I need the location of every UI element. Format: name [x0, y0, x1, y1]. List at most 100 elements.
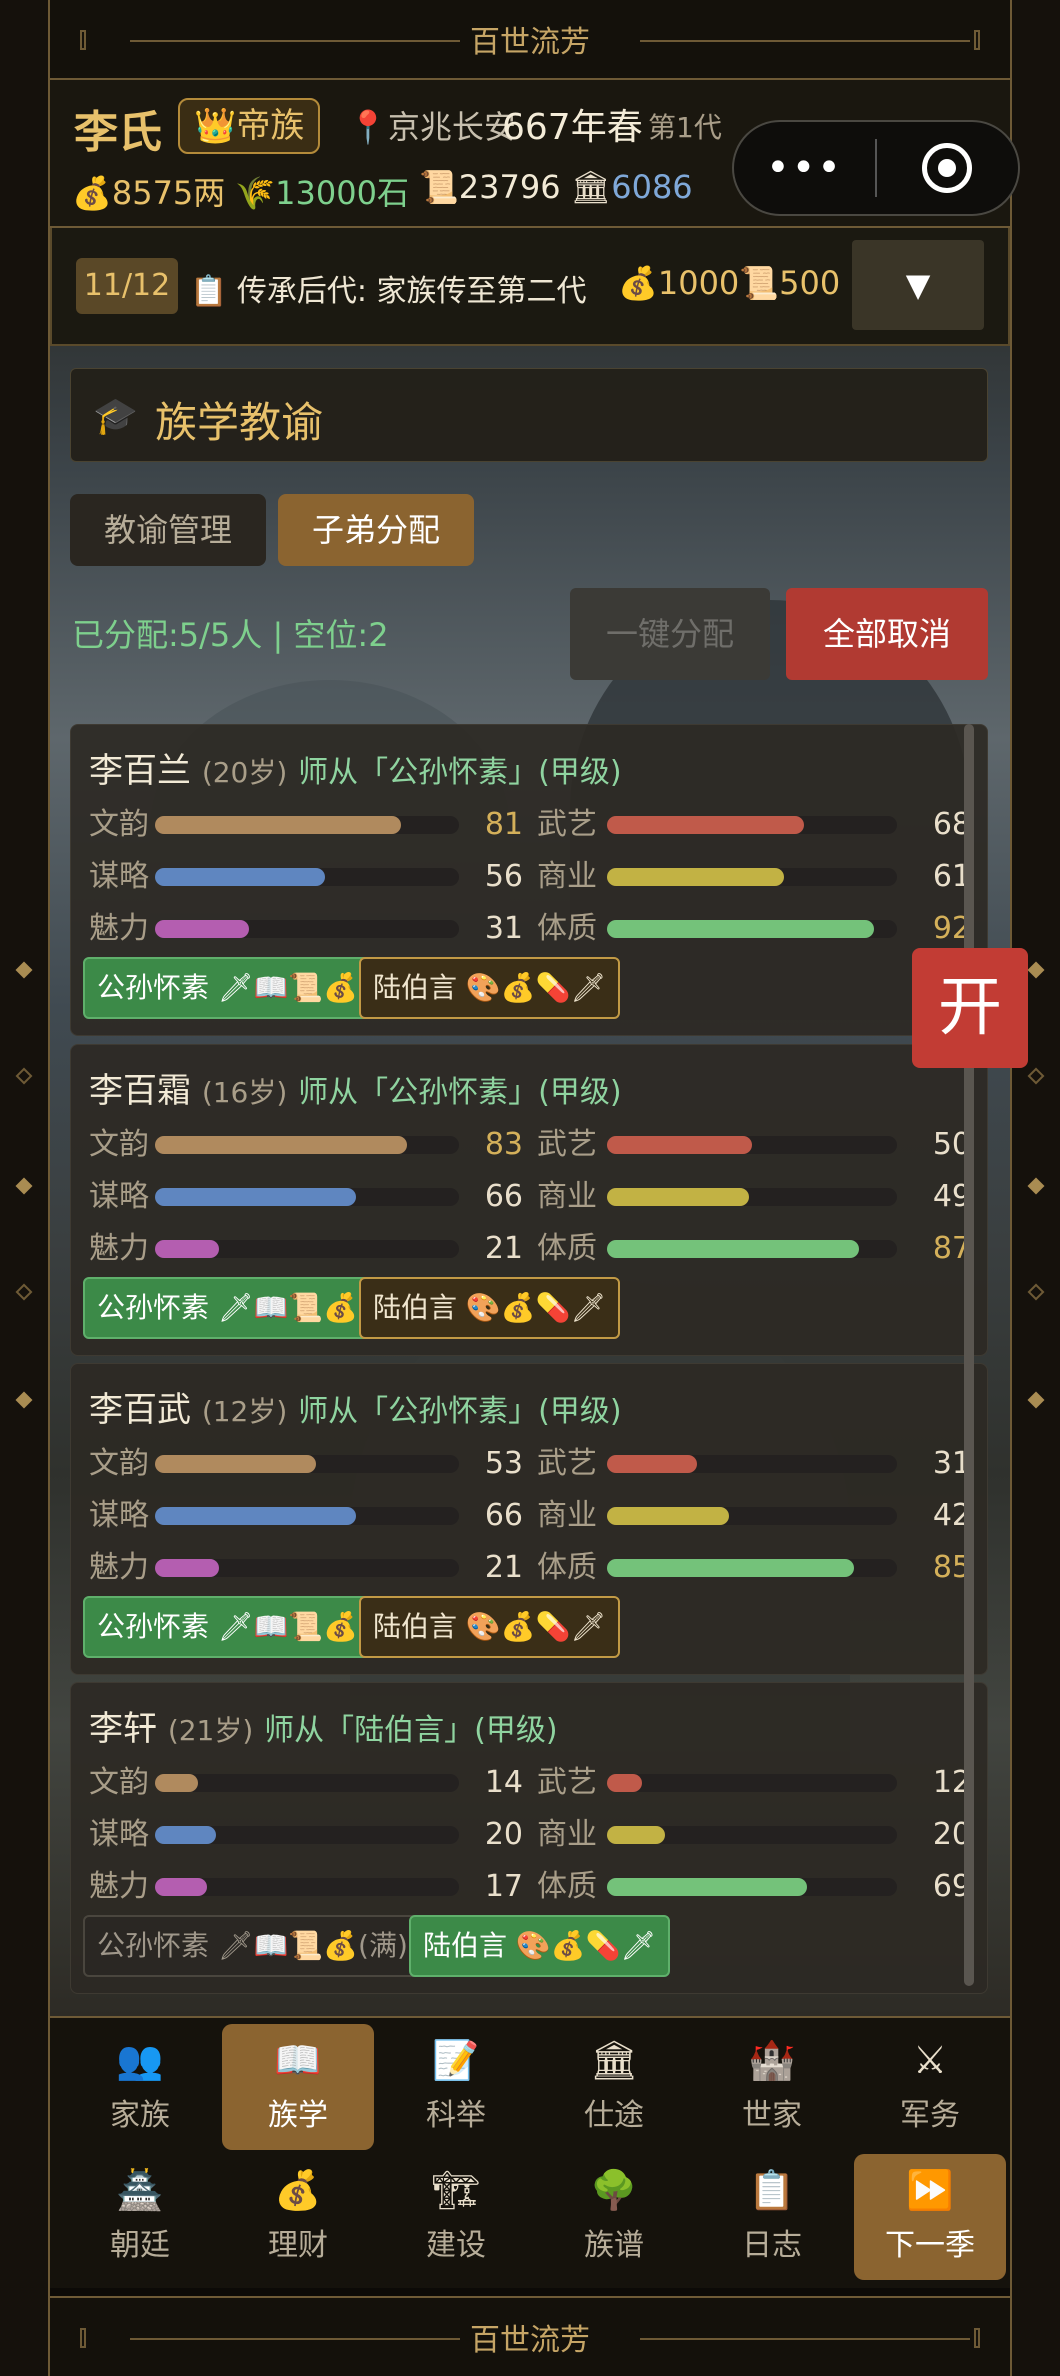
- left-frame-rail: [0, 0, 50, 2376]
- stat-bar: [155, 1826, 459, 1844]
- stat-value: 21: [484, 1550, 523, 1585]
- nav-item-book[interactable]: 📖 族学: [222, 2024, 374, 2150]
- stat-label: 谋略: [89, 859, 149, 894]
- stat-bar: [607, 920, 897, 938]
- stat-bar-fill: [607, 920, 874, 938]
- stat-bar-fill: [607, 1507, 729, 1525]
- nav-item-clipboard[interactable]: 📋 日志: [696, 2154, 848, 2280]
- close-miniprogram-button[interactable]: [877, 143, 1018, 193]
- stat-value: 17: [484, 1869, 523, 1904]
- nav-item-tree[interactable]: 🌳 族谱: [538, 2154, 690, 2280]
- nav-item-memo[interactable]: 📝 科举: [380, 2024, 532, 2150]
- stat-value: 66: [484, 1179, 523, 1214]
- student-name: 李轩: [89, 1709, 157, 1749]
- nav-item-fast-forward[interactable]: ⏩ 下一季: [854, 2154, 1006, 2280]
- quest-text: 📋 传承后代: 家族传至第二代: [190, 266, 587, 310]
- stat-bar-fill: [155, 920, 250, 938]
- stat-label: 魅力: [89, 911, 149, 946]
- student-name: 李百霜: [89, 1071, 191, 1111]
- teacher-option-button[interactable]: 陆伯言 🎨💰💊🗡: [359, 1596, 621, 1658]
- list-scrollbar[interactable]: [964, 724, 974, 1986]
- quest-reward: 💰1000📜500: [618, 264, 840, 302]
- auto-assign-button[interactable]: 一键分配: [570, 588, 770, 680]
- stat-bar-fill: [607, 1826, 665, 1844]
- book-icon: 📖: [274, 2038, 322, 2082]
- student-header: 李轩 (21岁) 师从「陆伯言」(甲级): [89, 1701, 558, 1750]
- stat-bar-fill: [607, 1774, 642, 1792]
- reward-scroll: 📜500: [739, 264, 841, 302]
- quest-toggle-button[interactable]: ▼: [852, 240, 984, 330]
- stat-bar: [155, 1559, 459, 1577]
- stat-bar-fill: [155, 1878, 207, 1896]
- student-card[interactable]: 李百霜 (16岁) 师从「公孙怀素」(甲级) 文韵 83 武艺 50 谋略 66 商业 49 魅力…: [70, 1044, 988, 1356]
- stat-bar: [155, 1878, 459, 1896]
- stat-label: 谋略: [89, 1498, 149, 1533]
- generation: 第1代: [648, 111, 722, 144]
- fast-forward-icon: ⏩: [906, 2168, 954, 2212]
- nav-item-government[interactable]: 🏛 仕途: [538, 2024, 690, 2150]
- stat-value: 83: [484, 1127, 523, 1162]
- nav-label: 日志: [742, 2228, 802, 2263]
- tab-teaching-management[interactable]: 教谕管理: [70, 494, 266, 566]
- teacher-option-button[interactable]: 陆伯言 🎨💰💊🗡: [359, 957, 621, 1019]
- nav-item-crane[interactable]: 🏗 建设: [380, 2154, 532, 2280]
- floating-open-button[interactable]: 开: [912, 948, 1028, 1068]
- student-card[interactable]: 李轩 (21岁) 师从「陆伯言」(甲级) 文韵 14 武艺 12 谋略 20 商业 20 魅力 17…: [70, 1682, 988, 1994]
- stat-bar: [155, 1188, 459, 1206]
- clan-name: 李氏: [74, 107, 162, 158]
- stat-bar: [607, 868, 897, 886]
- nav-item-money-bag[interactable]: 💰 理财: [222, 2154, 374, 2280]
- stat-value: 50: [932, 1127, 971, 1162]
- stat-bar: [607, 1559, 897, 1577]
- stat-value: 87: [932, 1231, 971, 1266]
- target-icon: [922, 143, 973, 193]
- teacher-option-button[interactable]: 陆伯言 🎨💰💊🗡: [409, 1915, 671, 1977]
- tab-student-assignment[interactable]: 子弟分配: [278, 494, 474, 566]
- teacher-option-button[interactable]: 公孙怀素 🗡📖📜💰: [83, 957, 373, 1019]
- stat-label: 体质: [537, 911, 597, 946]
- stat-bar-fill: [607, 868, 784, 886]
- stat-label: 文韵: [89, 1765, 149, 1800]
- palace-icon: 🏯: [116, 2168, 164, 2212]
- memo-icon: 📝: [432, 2038, 480, 2082]
- nav-item-swords[interactable]: ⚔ 军务: [854, 2024, 1006, 2150]
- student-card[interactable]: 李百兰 (20岁) 师从「公孙怀素」(甲级) 文韵 81 武艺 68 谋略 56 商业 61 魅力…: [70, 724, 988, 1036]
- more-menu-button[interactable]: •••: [734, 145, 875, 191]
- stat-value: 92: [932, 911, 971, 946]
- teacher-option-button[interactable]: 公孙怀素 🗡📖📜💰(满): [83, 1915, 422, 1977]
- nav-label: 理财: [268, 2228, 328, 2263]
- stat-label: 魅力: [89, 1869, 149, 1904]
- stat-label: 商业: [537, 1817, 597, 1852]
- stat-bar: [607, 1136, 897, 1154]
- student-teacher: 师从「公孙怀素」(甲级): [298, 1075, 622, 1110]
- nav-label: 仕途: [584, 2098, 644, 2133]
- teacher-option-button[interactable]: 陆伯言 🎨💰💊🗡: [359, 1277, 621, 1339]
- resource-value: 6086: [611, 168, 693, 206]
- teacher-option-button[interactable]: 公孙怀素 🗡📖📜💰: [83, 1596, 373, 1658]
- teacher-option-button[interactable]: 公孙怀素 🗡📖📜💰: [83, 1277, 373, 1339]
- cancel-all-button[interactable]: 全部取消: [786, 588, 988, 680]
- location: 📍京兆长安: [348, 102, 516, 148]
- resource-value: 23796: [458, 168, 561, 206]
- stat-bar: [607, 1507, 897, 1525]
- nav-item-castle[interactable]: 🏰 世家: [696, 2024, 848, 2150]
- student-header: 李百霜 (16岁) 师从「公孙怀素」(甲级): [89, 1063, 622, 1112]
- stat-bar: [155, 920, 459, 938]
- stat-bar-fill: [607, 1188, 750, 1206]
- stat-label: 武艺: [537, 1446, 597, 1481]
- nav-label: 世家: [742, 2098, 802, 2133]
- stat-bar-fill: [607, 816, 805, 834]
- student-teacher: 师从「公孙怀素」(甲级): [298, 1394, 622, 1429]
- stat-value: 53: [484, 1446, 523, 1481]
- bottom-title: 百世流芳: [464, 2315, 596, 2359]
- government-icon: 🏛: [589, 2038, 639, 2082]
- student-name: 李百武: [89, 1390, 191, 1430]
- stat-value: 56: [484, 859, 523, 894]
- stat-value: 14: [484, 1765, 523, 1800]
- nav-item-family[interactable]: 👥 家族: [64, 2024, 216, 2150]
- nav-item-palace[interactable]: 🏯 朝廷: [64, 2154, 216, 2280]
- stat-bar: [607, 816, 897, 834]
- student-card[interactable]: 李百武 (12岁) 师从「公孙怀素」(甲级) 文韵 53 武艺 31 谋略 66 商业 42 魅力…: [70, 1363, 988, 1675]
- stat-value: 85: [932, 1550, 971, 1585]
- stat-bar: [155, 1240, 459, 1258]
